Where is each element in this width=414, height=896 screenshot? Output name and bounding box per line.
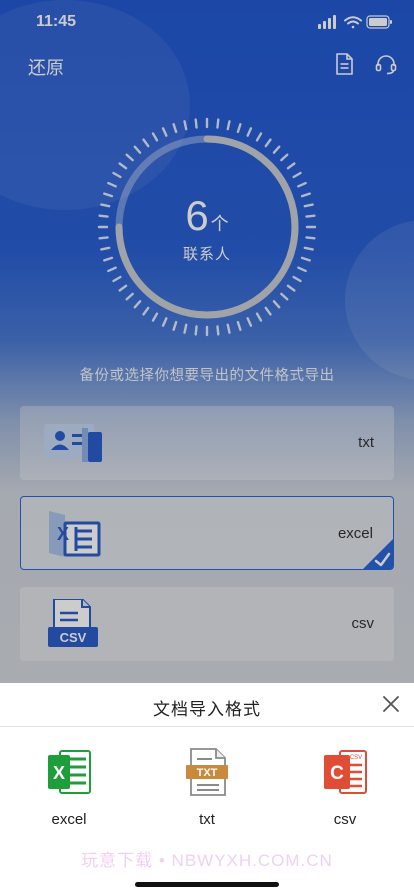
sheet-option-excel[interactable]: X excel — [19, 747, 119, 837]
close-icon[interactable] — [382, 695, 400, 713]
home-indicator[interactable] — [135, 882, 279, 887]
svg-text:C: C — [330, 763, 344, 784]
option-label: txt — [199, 811, 215, 828]
sheet-option-txt[interactable]: TXT txt — [157, 747, 257, 837]
sheet-option-csv[interactable]: CSV C csv — [295, 747, 395, 837]
txt-icon: TXT — [186, 748, 228, 796]
csv-icon: CSV C — [324, 750, 367, 794]
watermark: 玩意下载 • NBWYXH.COM.CN — [81, 851, 333, 870]
svg-text:CSV: CSV — [350, 755, 362, 761]
dim-overlay[interactable] — [0, 0, 414, 683]
sheet-divider — [0, 726, 414, 727]
option-label: csv — [333, 811, 357, 828]
bottom-sheet: 文档导入格式 X excel TXT txt CSV C csv 玩意下载 • … — [0, 683, 414, 896]
excel-icon: X — [48, 750, 91, 794]
sheet-title: 文档导入格式 — [153, 700, 261, 719]
svg-text:X: X — [53, 763, 65, 783]
restore-screen: 11:45 还原 6 个 联系人 备份或选择你想要导出的文件格式导出 txt X… — [0, 0, 414, 896]
option-label: excel — [51, 811, 87, 828]
svg-text:TXT: TXT — [197, 767, 218, 779]
